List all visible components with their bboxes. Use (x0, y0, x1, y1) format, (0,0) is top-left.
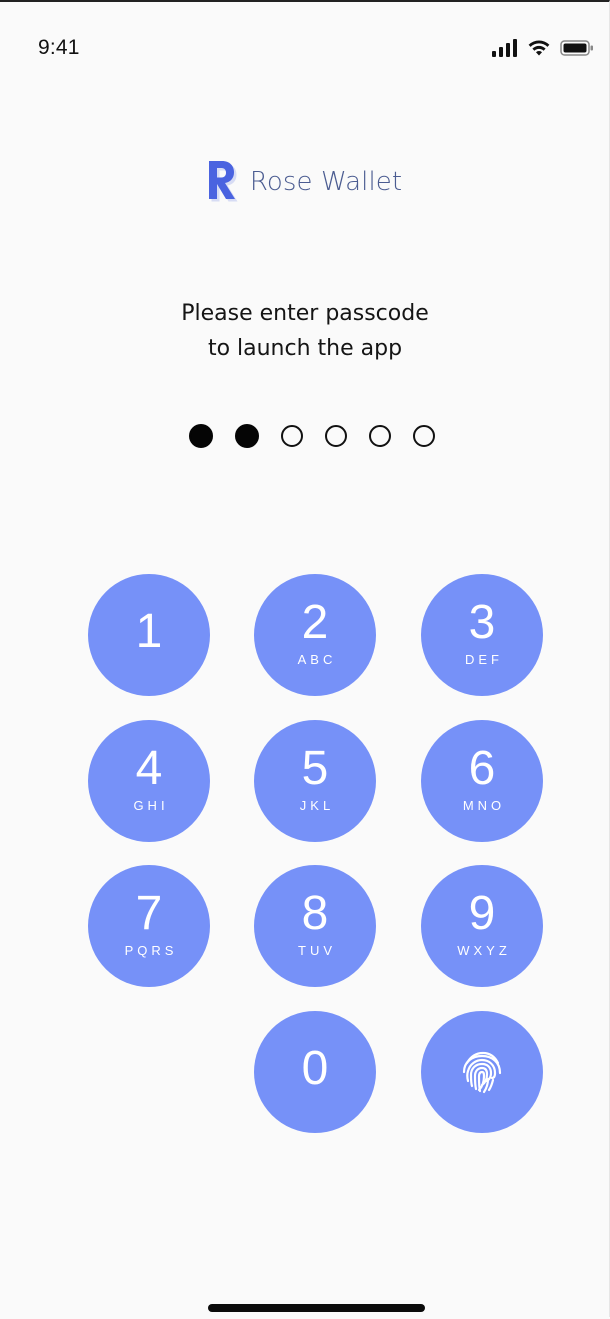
key-digit: 7 (135, 887, 163, 940)
passcode-dot-empty (325, 425, 347, 447)
fingerprint-button[interactable] (421, 1011, 543, 1133)
passcode-dot-filled (189, 424, 213, 448)
key-letters: MNO (462, 798, 506, 813)
home-indicator[interactable] (208, 1304, 425, 1312)
key-6[interactable]: 6 MNO (421, 720, 543, 842)
key-digit: 4 (135, 742, 163, 795)
key-letters: TUV (298, 943, 336, 958)
brand-name: Rose Wallet (249, 167, 403, 197)
key-digit: 3 (468, 596, 496, 649)
passcode-dot-empty (369, 425, 391, 447)
prompt-line-1: Please enter passcode (181, 301, 429, 326)
key-digit: 2 (301, 596, 329, 649)
key-3[interactable]: 3 DEF (421, 574, 543, 696)
cellular-signal-icon (492, 39, 518, 57)
passcode-screen: 9:41 Rose Wallet Please enter passcode t… (0, 0, 610, 1317)
passcode-dot-empty (413, 425, 435, 447)
key-letters: DEF (465, 652, 503, 667)
key-4[interactable]: 4 GHI (88, 720, 210, 842)
key-digit: 1 (135, 605, 163, 658)
key-7[interactable]: 7 PQRS (88, 865, 210, 987)
key-0[interactable]: 0 (254, 1011, 376, 1133)
key-digit: 8 (301, 887, 329, 940)
key-letters: WXYZ (457, 943, 511, 958)
key-1[interactable]: 1 (88, 574, 210, 696)
wifi-icon (527, 39, 551, 57)
key-5[interactable]: 5 JKL (254, 720, 376, 842)
key-digit: 5 (301, 742, 329, 795)
passcode-dot-empty (281, 425, 303, 447)
status-time: 9:41 (38, 36, 80, 59)
prompt-line-2: to launch the app (207, 336, 403, 361)
status-icons (492, 36, 594, 60)
key-digit: 0 (301, 1042, 329, 1095)
battery-icon (560, 39, 594, 57)
passcode-dot-filled (235, 424, 259, 448)
key-digit: 9 (468, 887, 496, 940)
key-letters: PQRS (124, 943, 178, 958)
key-digit: 6 (468, 742, 496, 795)
key-9[interactable]: 9 WXYZ (421, 865, 543, 987)
key-2[interactable]: 2 ABC (254, 574, 376, 696)
key-letters: ABC (297, 652, 337, 667)
passcode-indicator (0, 424, 610, 452)
key-8[interactable]: 8 TUV (254, 865, 376, 987)
rose-wallet-logo-icon (204, 158, 238, 207)
key-letters: JKL (299, 798, 335, 813)
brand-header: Rose Wallet (0, 152, 610, 212)
status-bar: 9:41 (0, 2, 610, 82)
key-letters: GHI (133, 798, 169, 813)
passcode-prompt: Please enter passcode to launch the app (0, 296, 610, 366)
